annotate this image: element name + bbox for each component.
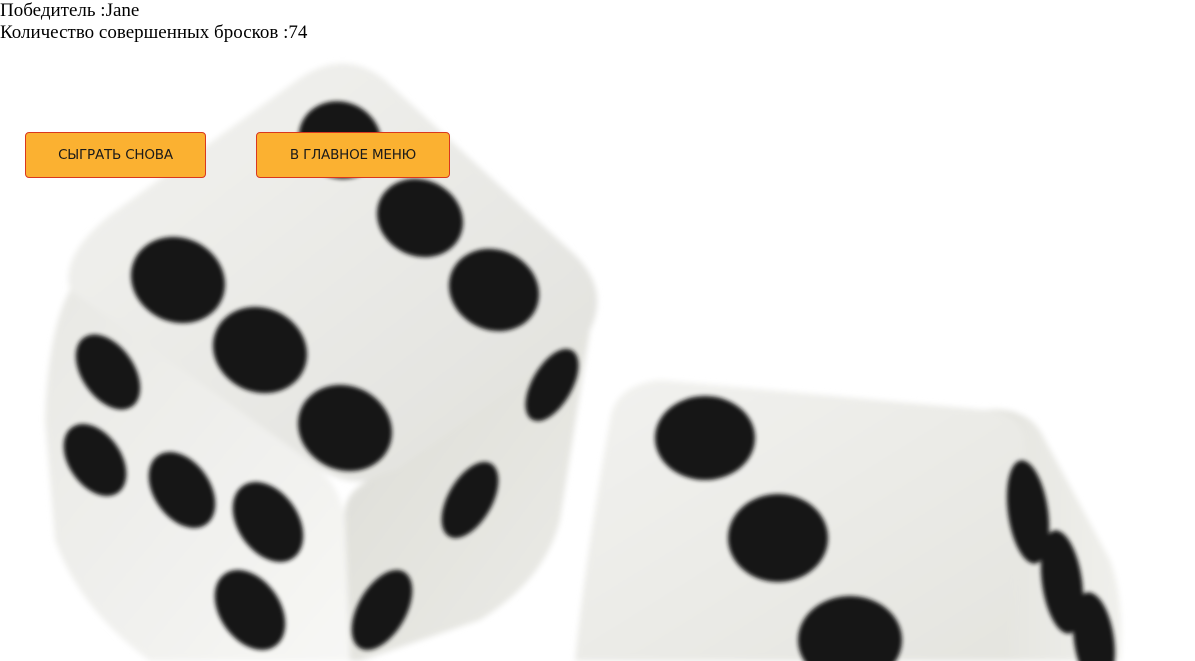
- winner-label: Победитель :: [0, 0, 106, 21]
- throws-label: Количество совершенных бросков :: [0, 22, 289, 43]
- winner-name: Jane: [105, 0, 140, 21]
- play-again-button[interactable]: СЫГРАТЬ СНОВА: [25, 132, 206, 178]
- game-over-screen: Победитель :Jane Количество совершенных …: [0, 0, 1195, 661]
- throws-count-text: Количество совершенных бросков :74: [0, 22, 307, 44]
- main-menu-button[interactable]: В ГЛАВНОЕ МЕНЮ: [256, 132, 450, 178]
- throws-count-value: 74: [288, 22, 308, 43]
- dice-background-image: [45, 63, 1122, 661]
- winner-text: Победитель :Jane: [0, 0, 139, 22]
